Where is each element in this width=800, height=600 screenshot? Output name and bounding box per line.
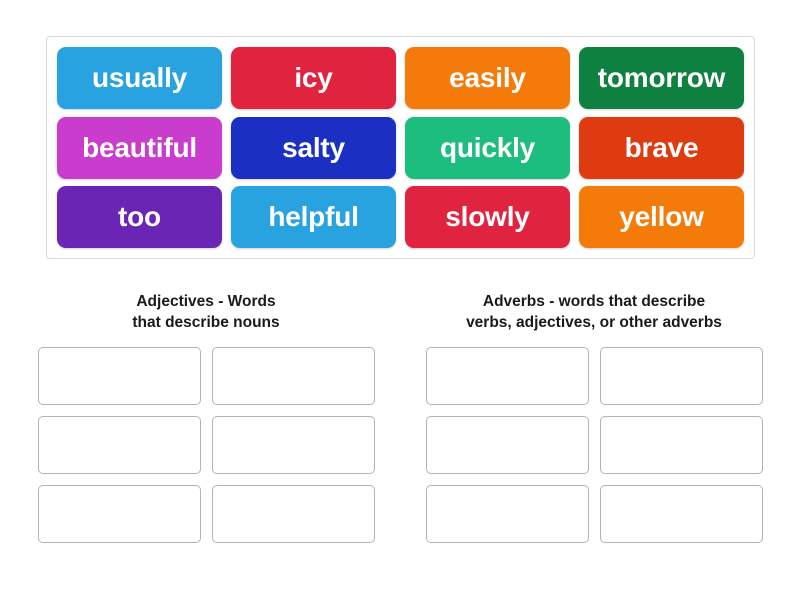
word-tile[interactable]: quickly xyxy=(405,116,570,179)
category-columns: Adjectives - Words that describe nouns A… xyxy=(32,292,768,543)
dropzone-grid xyxy=(420,346,768,543)
word-bank: usually icy easily tomorrow beautiful sa… xyxy=(46,36,755,259)
category-title-line-1: Adjectives - Words xyxy=(136,293,276,310)
word-tile-row: usually icy easily tomorrow xyxy=(57,47,744,109)
word-tile[interactable]: helpful xyxy=(231,186,396,248)
dropzone[interactable] xyxy=(37,415,201,474)
dropzone[interactable] xyxy=(599,415,763,474)
word-tile[interactable]: yellow xyxy=(579,186,744,248)
category-title: Adverbs - words that describe verbs, adj… xyxy=(466,292,722,334)
dropzone[interactable] xyxy=(425,415,589,474)
word-tile[interactable]: beautiful xyxy=(57,116,222,179)
dropzone[interactable] xyxy=(425,484,589,543)
word-tile[interactable]: easily xyxy=(405,47,570,109)
word-tile[interactable]: too xyxy=(57,186,222,248)
category-title-line-2: verbs, adjectives, or other adverbs xyxy=(466,313,722,331)
category-adverbs: Adverbs - words that describe verbs, adj… xyxy=(420,292,768,543)
word-tile[interactable]: icy xyxy=(231,47,396,109)
word-tile[interactable]: usually xyxy=(57,47,222,109)
dropzone[interactable] xyxy=(211,484,375,543)
dropzone-grid xyxy=(32,346,380,543)
dropzone[interactable] xyxy=(599,346,763,405)
dropzone[interactable] xyxy=(37,346,201,405)
dropzone[interactable] xyxy=(599,484,763,543)
group-sort-activity: usually icy easily tomorrow beautiful sa… xyxy=(0,0,800,600)
category-adjectives: Adjectives - Words that describe nouns xyxy=(32,292,380,543)
word-tile[interactable]: salty xyxy=(231,116,396,179)
dropzone[interactable] xyxy=(425,346,589,405)
dropzone[interactable] xyxy=(37,484,201,543)
category-title: Adjectives - Words that describe nouns xyxy=(132,292,279,334)
dropzone[interactable] xyxy=(211,346,375,405)
category-title-line-1: Adverbs - words that describe xyxy=(482,293,706,310)
word-tile[interactable]: slowly xyxy=(405,186,570,248)
word-tile[interactable]: brave xyxy=(579,116,744,179)
word-tile-row: beautiful salty quickly brave xyxy=(57,116,744,179)
dropzone[interactable] xyxy=(211,415,375,474)
word-tile[interactable]: tomorrow xyxy=(579,47,744,109)
word-tile-row: too helpful slowly yellow xyxy=(57,186,744,248)
category-title-line-2: that describe nouns xyxy=(132,313,280,331)
